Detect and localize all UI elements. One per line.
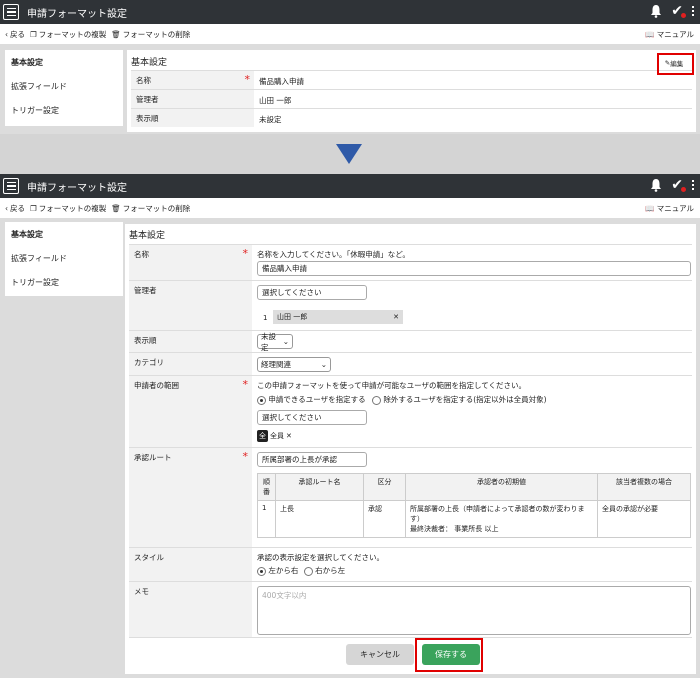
bottom-title-bar: 申請フォーマット設定 ✔: [0, 174, 700, 198]
approval-route-input[interactable]: 所属部署の上長が承認: [257, 452, 367, 467]
row-category: カテゴリ 経理関連 ⌄: [129, 352, 692, 375]
book-icon: 📖: [645, 203, 655, 213]
transition-strip: [0, 134, 700, 174]
top-basic-panel: 基本設定 ✎ 編集 名称 * 備品購入申請 管理者 山田 一郎 表示順 未設定: [127, 50, 696, 132]
bottom-basic-panel: 基本設定 名称 * 名称を入力してください。「休暇申請」など。 備品購入申請 管理…: [125, 224, 696, 674]
bell-icon[interactable]: [650, 4, 662, 18]
row-approval: 承認ルート * 所属部署の上長が承認 順番 承認ルート名 区分 承認者の初期値 該…: [129, 447, 692, 547]
category-select[interactable]: 経理関連 ⌄: [257, 357, 331, 372]
radio-left-to-right[interactable]: [257, 566, 266, 576]
top-side-nav: 基本設定 拡張フィールド トリガー設定: [5, 50, 123, 126]
copy-format-link[interactable]: ❐ フォーマットの複製: [30, 203, 106, 214]
required-mark: *: [242, 450, 249, 463]
manual-link[interactable]: 📖 マニュアル: [645, 29, 694, 40]
top-panel-title: 基本設定: [131, 58, 168, 68]
side-item-trigger[interactable]: トリガー設定: [5, 98, 123, 122]
check-todo-icon[interactable]: ✔: [671, 178, 686, 192]
manager-select-input[interactable]: 選択してください: [257, 285, 367, 300]
side-item-trigger[interactable]: トリガー設定: [5, 270, 123, 294]
radio-right-to-left[interactable]: [303, 566, 313, 576]
bottom-side-nav: 基本設定 拡張フィールド トリガー設定: [5, 222, 123, 296]
copy-format-link[interactable]: ❐ フォーマットの複製: [30, 29, 106, 40]
chevron-left-icon: ‹: [5, 203, 8, 213]
hamburger-menu-icon[interactable]: [3, 4, 19, 20]
top-app-title: 申請フォーマット設定: [27, 8, 127, 20]
applicant-select-input[interactable]: 選択してください: [257, 410, 367, 425]
row-name: 名称 * 名称を入力してください。「休暇申請」など。 備品購入申請: [129, 244, 692, 280]
highlight-edit-box: [657, 53, 694, 75]
name-input[interactable]: 備品購入申請: [257, 261, 691, 276]
trash-icon: 🗑: [111, 29, 121, 39]
chevron-left-icon: ‹: [5, 29, 8, 39]
top-row-order: 表示順 未設定: [131, 108, 692, 127]
side-item-extended[interactable]: 拡張フィールド: [5, 246, 123, 270]
down-arrow-icon: [336, 144, 362, 164]
side-item-extended[interactable]: 拡張フィールド: [5, 74, 123, 98]
top-row-manager: 管理者 山田 一郎: [131, 89, 692, 108]
row-order: 表示順 未設定 ⌄: [129, 330, 692, 352]
bottom-panel-title: 基本設定: [129, 231, 166, 241]
order-select[interactable]: 未設定 ⌄: [257, 332, 293, 352]
book-icon: 📖: [645, 29, 655, 39]
kebab-menu-icon[interactable]: [692, 6, 694, 16]
manager-item-chip: 山田 一郎 ✕: [273, 310, 403, 324]
required-mark: *: [242, 378, 249, 391]
remove-x-icon[interactable]: ✕: [393, 313, 399, 321]
delete-format-link[interactable]: 🗑 フォーマットの削除: [111, 29, 190, 40]
row-applicant: 申請者の範囲 * この申請フォーマットを使って申請が可能なユーザの範囲を指定してく…: [129, 375, 692, 447]
bell-icon[interactable]: [650, 178, 662, 192]
chevron-down-icon: ⌄: [282, 337, 289, 346]
required-mark: *: [242, 247, 249, 260]
radio-include[interactable]: [257, 395, 266, 405]
chevron-down-icon: ⌄: [320, 360, 327, 369]
cancel-button[interactable]: キャンセル: [346, 644, 414, 665]
bottom-app-title: 申請フォーマット設定: [27, 182, 127, 194]
style-radio-group: 左から右 右から左: [257, 565, 345, 576]
required-mark: *: [244, 73, 251, 86]
back-link[interactable]: ‹ 戻る: [5, 203, 25, 214]
approval-route-table: 順番 承認ルート名 区分 承認者の初期値 該当者複数の場合 1 上長 承認 所属…: [257, 473, 691, 538]
side-item-basic[interactable]: 基本設定: [5, 50, 123, 74]
check-todo-icon[interactable]: ✔: [671, 4, 686, 18]
manager-item-number: 1: [263, 314, 268, 322]
top-toolbar: ‹ 戻る ❐ フォーマットの複製 🗑 フォーマットの削除 📖 マニュアル: [0, 24, 700, 44]
highlight-save-box: [415, 638, 483, 672]
top-row-name: 名称 * 備品購入申請: [131, 70, 692, 89]
memo-textarea[interactable]: 400文字以内: [257, 586, 691, 635]
row-style: スタイル 承認の表示設定を選択してください。 左から右 右から左: [129, 547, 692, 581]
remove-x-icon[interactable]: ✕: [286, 432, 292, 440]
applicant-tag: 全 全員 ✕: [257, 430, 292, 442]
delete-format-link[interactable]: 🗑 フォーマットの削除: [111, 203, 190, 214]
all-group-icon: 全: [257, 430, 268, 442]
back-link[interactable]: ‹ 戻る: [5, 29, 25, 40]
manual-link[interactable]: 📖 マニュアル: [645, 203, 694, 214]
hamburger-menu-icon[interactable]: [3, 178, 19, 194]
name-hint: 名称を入力してください。「休暇申請」など。: [257, 250, 410, 259]
copy-icon: ❐: [30, 203, 37, 213]
side-item-basic[interactable]: 基本設定: [5, 222, 123, 246]
bottom-toolbar: ‹ 戻る ❐ フォーマットの複製 🗑 フォーマットの削除 📖 マニュアル: [0, 198, 700, 218]
applicant-radio-group: 申請できるユーザを指定する 除外するユーザを指定する(指定以外は全員対象): [257, 394, 547, 405]
style-hint: 承認の表示設定を選択してください。: [257, 553, 385, 562]
table-row: 1 上長 承認 所属部署の上長（申請者によって承認者の数が変わります） 最終決裁者…: [257, 500, 691, 538]
kebab-menu-icon[interactable]: [692, 180, 694, 190]
trash-icon: 🗑: [111, 203, 121, 213]
row-memo: メモ 400文字以内: [129, 581, 692, 638]
top-title-bar: 申請フォーマット設定 ✔: [0, 0, 700, 24]
row-manager: 管理者 選択してください 1 山田 一郎 ✕: [129, 280, 692, 330]
radio-exclude[interactable]: [371, 395, 381, 405]
applicant-hint: この申請フォーマットを使って申請が可能なユーザの範囲を指定してください。: [257, 381, 527, 390]
copy-icon: ❐: [30, 29, 37, 39]
